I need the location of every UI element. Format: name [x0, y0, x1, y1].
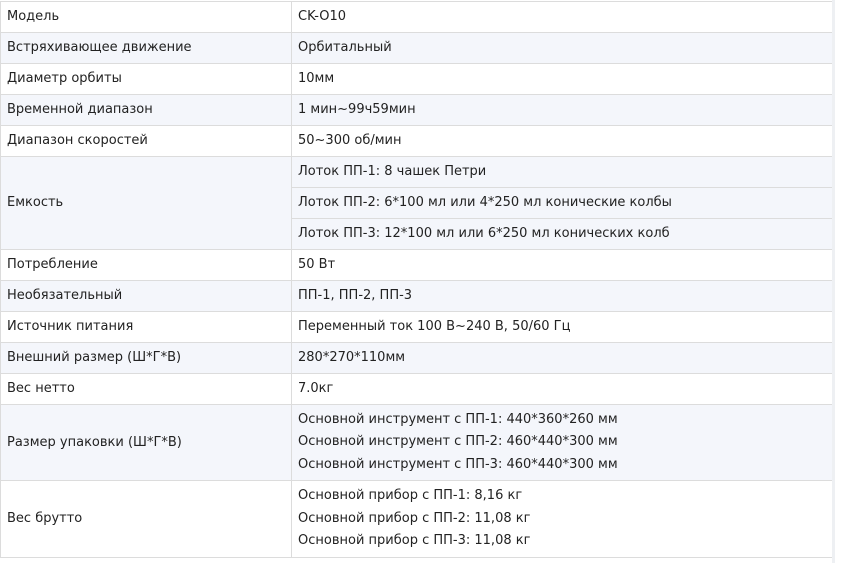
value-time-range: 1 мин~99ч59мин [291, 94, 833, 126]
row-power-supply: Источник питания Переменный ток 100 В~24… [0, 311, 833, 343]
row-external-size: Внешний размер (Ш*Г*В) 280*270*110мм [0, 342, 833, 374]
value-external-size: 280*270*110мм [291, 342, 833, 374]
label-speed-range: Диапазон скоростей [0, 125, 292, 157]
value-optional: ПП-1, ПП-2, ПП-3 [291, 280, 833, 312]
specifications-table: Модель CK-O10 Встряхивающее движение Орб… [0, 1, 833, 558]
label-power-supply: Источник питания [0, 311, 292, 343]
row-shaking-motion: Встряхивающее движение Орбитальный [0, 32, 833, 64]
value-orbit-diameter: 10мм [291, 63, 833, 95]
label-orbit-diameter: Диаметр орбиты [0, 63, 292, 95]
value-power-supply: Переменный ток 100 В~240 В, 50/60 Гц [291, 311, 833, 343]
row-power-consumption: Потребление 50 Вт [0, 249, 833, 281]
row-time-range: Временной диапазон 1 мин~99ч59мин [0, 94, 833, 126]
row-model: Модель CK-O10 [0, 1, 833, 33]
value-capacity-3: Лоток ПП-3: 12*100 мл или 6*250 мл конич… [291, 218, 833, 250]
value-package-size: Основной инструмент с ПП-1: 440*360*260 … [291, 404, 833, 481]
package-size-line-3: Основной инструмент с ПП-3: 460*440*300 … [298, 456, 618, 472]
row-speed-range: Диапазон скоростей 50~300 об/мин [0, 125, 833, 157]
value-capacity-2: Лоток ПП-2: 6*100 мл или 4*250 мл кониче… [291, 187, 833, 219]
label-shaking-motion: Встряхивающее движение [0, 32, 292, 64]
value-capacity-1: Лоток ПП-1: 8 чашек Петри [291, 156, 833, 188]
value-gross-weight: Основной прибор с ПП-1: 8,16 кг Основной… [291, 480, 833, 558]
row-gross-weight: Вес брутто Основной прибор с ПП-1: 8,16 … [0, 480, 833, 558]
package-size-line-1: Основной инструмент с ПП-1: 440*360*260 … [298, 411, 618, 427]
gross-weight-line-2: Основной прибор с ПП-2: 11,08 кг [298, 510, 531, 526]
row-capacity-1: Емкость Лоток ПП-1: 8 чашек Петри [0, 156, 833, 250]
label-optional: Необязательный [0, 280, 292, 312]
gross-weight-line-3: Основной прибор с ПП-3: 11,08 кг [298, 533, 531, 549]
label-net-weight: Вес нетто [0, 373, 292, 405]
row-optional: Необязательный ПП-1, ПП-2, ПП-3 [0, 280, 833, 312]
row-package-size: Размер упаковки (Ш*Г*В) Основной инструм… [0, 404, 833, 481]
page-edge-stripe [832, 0, 835, 563]
label-package-size: Размер упаковки (Ш*Г*В) [0, 404, 292, 481]
value-power-consumption: 50 Вт [291, 249, 833, 281]
label-gross-weight: Вес брутто [0, 480, 292, 558]
gross-weight-line-1: Основной прибор с ПП-1: 8,16 кг [298, 488, 523, 504]
row-net-weight: Вес нетто 7.0кг [0, 373, 833, 405]
label-capacity: Емкость [0, 156, 292, 250]
package-size-line-2: Основной инструмент с ПП-2: 460*440*300 … [298, 434, 618, 450]
row-orbit-diameter: Диаметр орбиты 10мм [0, 63, 833, 95]
value-speed-range: 50~300 об/мин [291, 125, 833, 157]
label-model: Модель [0, 1, 292, 33]
value-model: CK-O10 [291, 1, 833, 33]
label-external-size: Внешний размер (Ш*Г*В) [0, 342, 292, 374]
value-shaking-motion: Орбитальный [291, 32, 833, 64]
label-power-consumption: Потребление [0, 249, 292, 281]
label-time-range: Временной диапазон [0, 94, 292, 126]
value-net-weight: 7.0кг [291, 373, 833, 405]
